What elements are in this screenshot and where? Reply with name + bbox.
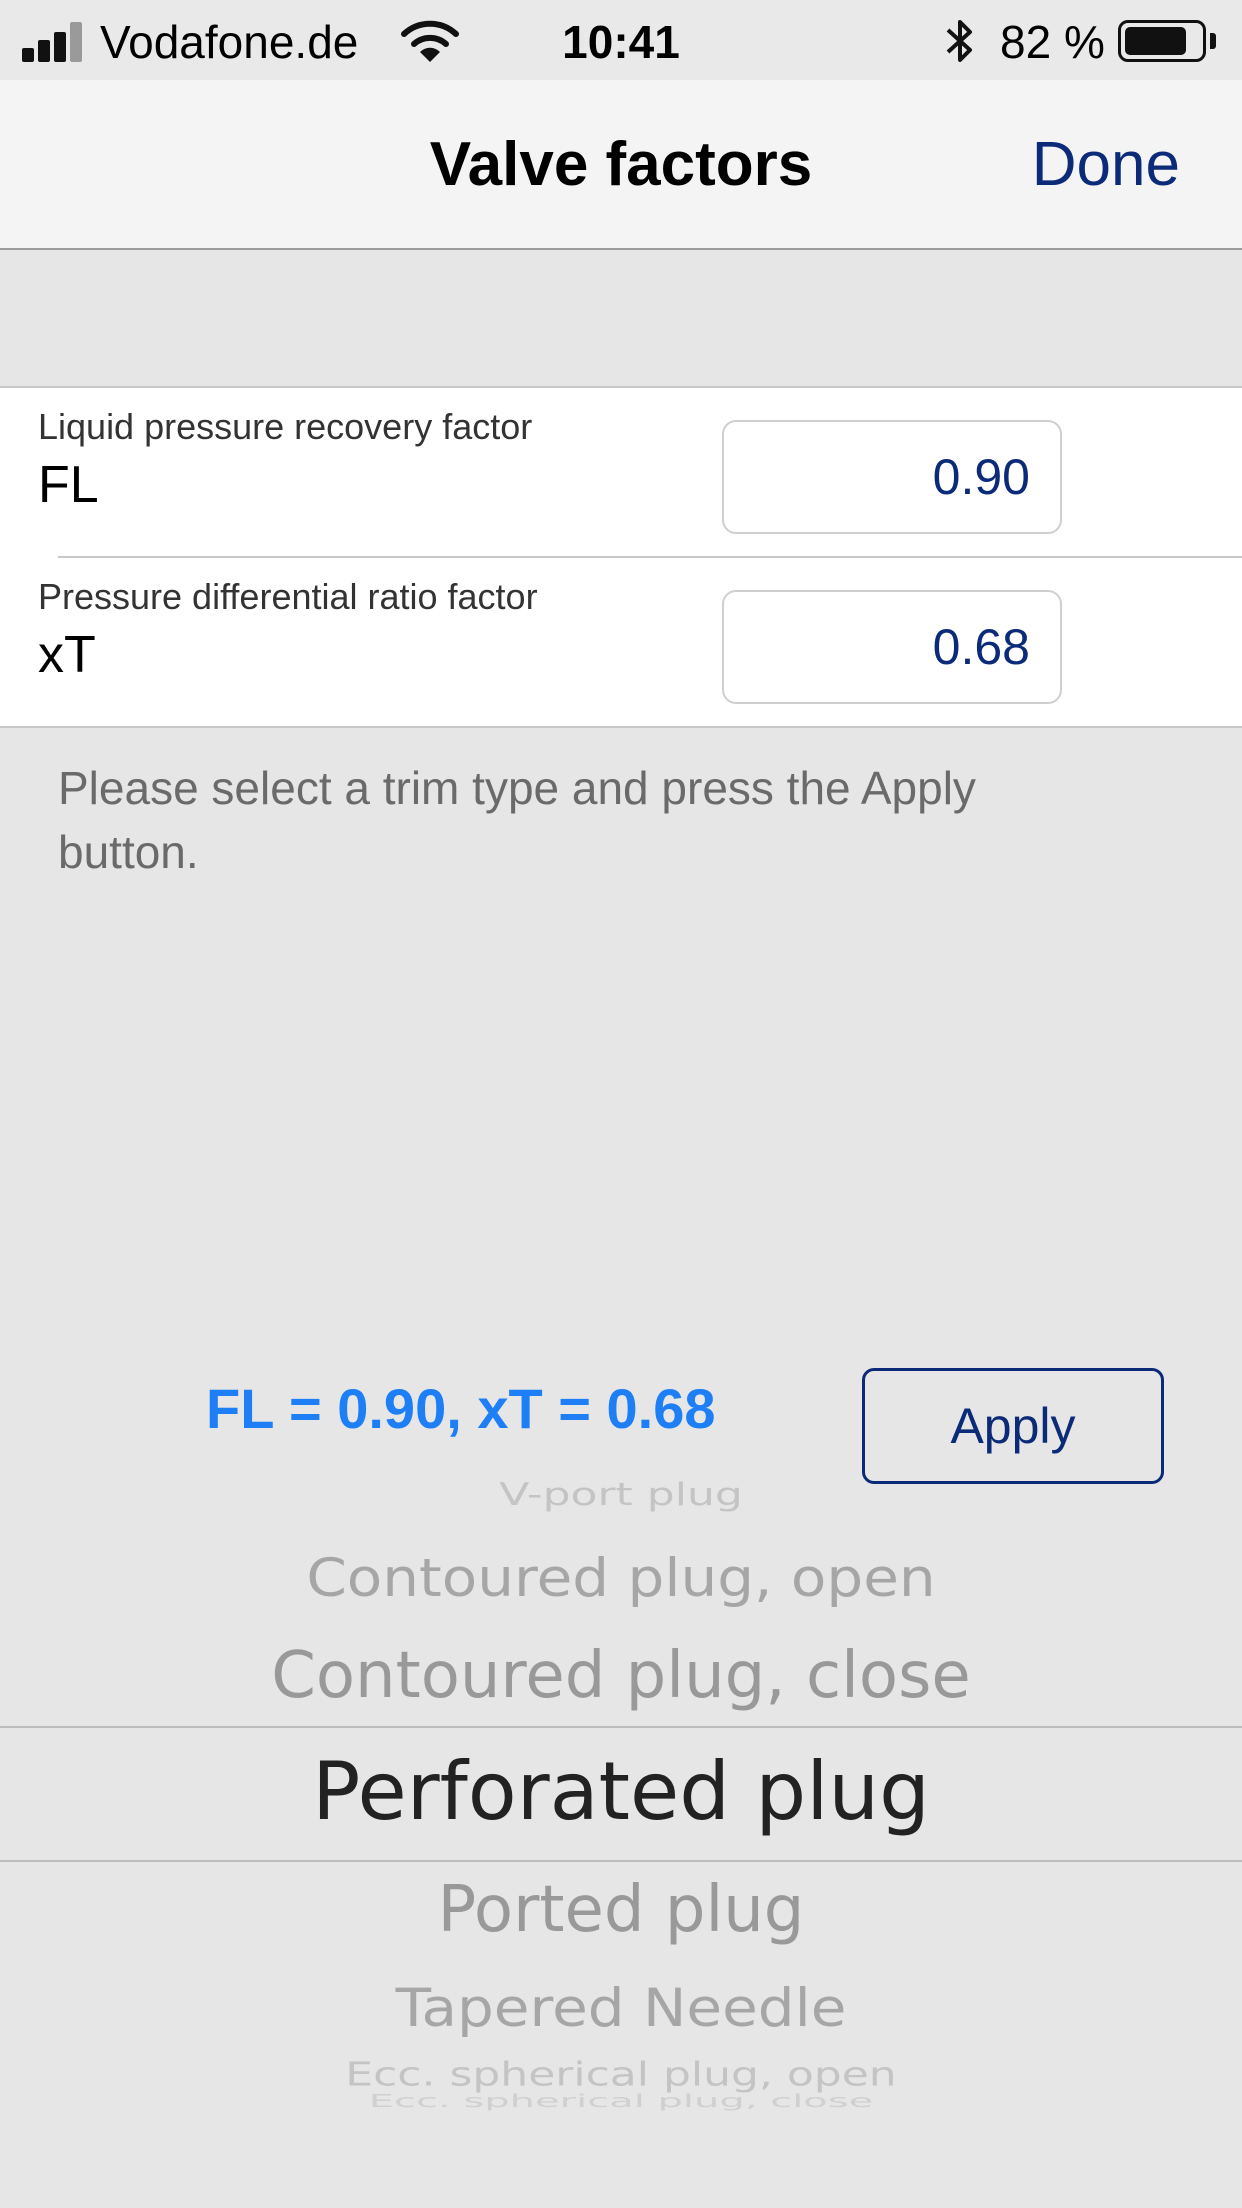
fl-factor-row: Liquid pressure recovery factor FL — [0, 388, 1242, 558]
picker-item-contoured-plug-open[interactable]: Contoured plug, open — [0, 1542, 1242, 1614]
picker-item-perforated-plug[interactable]: Perforated plug — [0, 1742, 1242, 1842]
battery-tip — [1210, 33, 1216, 49]
xt-factor-row: Pressure differential ratio factor xT — [0, 558, 1242, 728]
battery-percentage: 82 % — [1000, 16, 1105, 68]
navigation-bar: Valve factors Done — [0, 80, 1242, 250]
picker-item-ported-plug[interactable]: Ported plug — [0, 1870, 1242, 1950]
battery-icon — [1118, 20, 1206, 62]
picker-item-v-port-plug[interactable]: V-port plug — [0, 1477, 1242, 1513]
computed-result: FL = 0.90, xT = 0.68 — [206, 1377, 716, 1440]
apply-button[interactable]: Apply — [862, 1368, 1164, 1484]
fl-description: Liquid pressure recovery factor — [38, 406, 533, 447]
picker-item-contoured-plug-close[interactable]: Contoured plug, close — [0, 1636, 1242, 1716]
picker-item-ecc-spherical-plug-close[interactable]: Ecc. spherical plug, close — [0, 2092, 1242, 2110]
fl-symbol: FL — [38, 456, 99, 514]
xt-input[interactable] — [722, 590, 1062, 704]
valve-factors-form: Liquid pressure recovery factor FL Press… — [0, 386, 1242, 728]
instructions-text: Please select a trim type and press the … — [58, 762, 976, 878]
fl-input[interactable] — [722, 420, 1062, 534]
picker-item-tapered-needle[interactable]: Tapered Needle — [0, 1972, 1242, 2044]
status-bar: Vodafone.de 10:41 82 % — [0, 0, 1242, 80]
picker-item-ecc-spherical-plug-open[interactable]: Ecc. spherical plug, open — [0, 2056, 1242, 2094]
battery-level-fill — [1125, 27, 1186, 55]
xt-symbol: xT — [38, 626, 96, 684]
bluetooth-icon — [946, 20, 972, 62]
trim-type-picker[interactable]: V-port plug Contoured plug, open Contour… — [0, 1470, 1242, 2150]
xt-description: Pressure differential ratio factor — [38, 576, 538, 617]
done-button[interactable]: Done — [1032, 128, 1180, 202]
